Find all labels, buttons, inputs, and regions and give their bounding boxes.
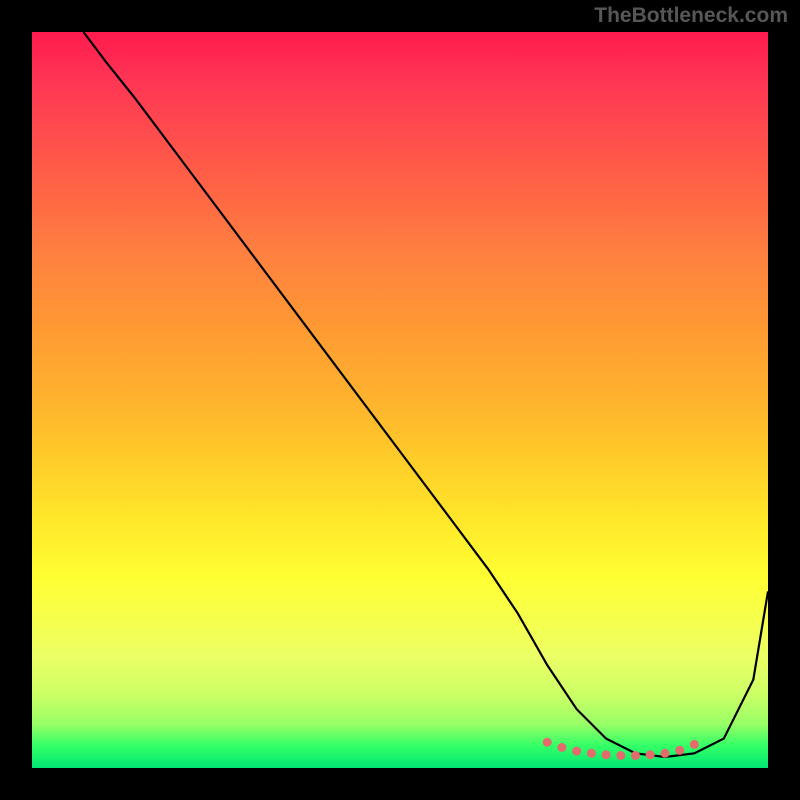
chart-svg bbox=[32, 32, 768, 768]
watermark-text: TheBottleneck.com bbox=[594, 4, 788, 28]
marker-dot bbox=[661, 749, 670, 758]
marker-dot bbox=[675, 746, 684, 755]
marker-dot bbox=[646, 750, 655, 759]
marker-dot bbox=[690, 740, 699, 749]
marker-dot bbox=[543, 738, 552, 747]
marker-dot bbox=[587, 749, 596, 758]
marker-dot bbox=[631, 751, 640, 760]
marker-dot bbox=[602, 750, 611, 759]
marker-dot bbox=[616, 751, 625, 760]
marker-dot bbox=[557, 743, 566, 752]
bottleneck-curve bbox=[84, 32, 769, 757]
plot-area bbox=[32, 32, 768, 768]
marker-dot bbox=[572, 747, 581, 756]
